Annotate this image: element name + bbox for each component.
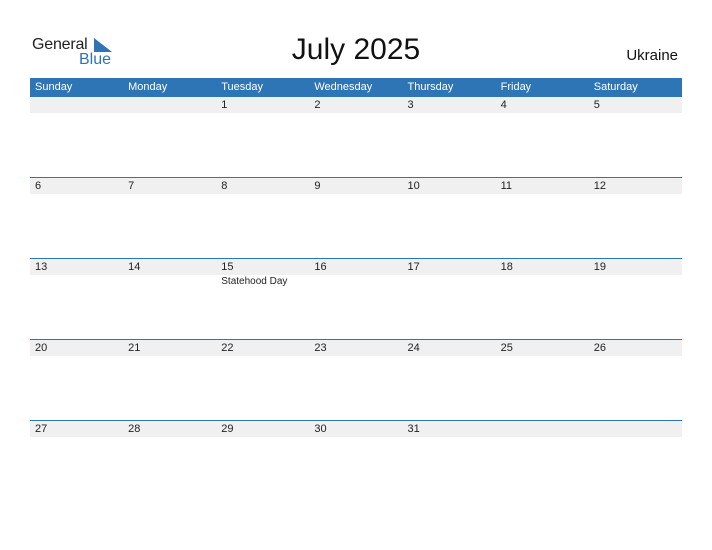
weekday-thursday: Thursday: [407, 81, 454, 93]
day-cell: 12: [593, 180, 606, 192]
weekday-sunday: Sunday: [35, 81, 73, 93]
date-bar: 1 2 3 4 5: [30, 97, 682, 113]
date-bar: 20 21 22 23 24 25 26: [30, 340, 682, 356]
day-cell: 24: [407, 342, 420, 354]
weekday-tuesday: Tuesday: [221, 81, 264, 93]
date-bar: 27 28 29 30 31: [30, 421, 682, 437]
weekday-header: Sunday Monday Tuesday Wednesday Thursday…: [30, 78, 682, 97]
day-cell: 19: [593, 261, 606, 273]
day-cell: 18: [500, 261, 513, 273]
weekday-friday: Friday: [500, 81, 532, 93]
day-cell: 26: [593, 342, 606, 354]
day-cell: 2: [314, 99, 321, 111]
day-cell: 22: [221, 342, 234, 354]
day-cell: 9: [314, 180, 321, 192]
day-cell: 28: [128, 423, 141, 435]
week-row: 1 2 3 4 5: [30, 97, 682, 178]
day-cell: 16: [314, 261, 327, 273]
day-cell: 13: [35, 261, 48, 273]
week-row: 27 28 29 30 31: [30, 420, 682, 501]
day-cell: 31: [407, 423, 420, 435]
day-cell: [589, 421, 682, 437]
weekday-wednesday: Wednesday: [314, 81, 373, 93]
day-cell: 30: [314, 423, 327, 435]
weekday-monday: Monday: [128, 81, 168, 93]
date-bar: 13 14 15 16 17 18 19: [30, 259, 682, 275]
day-cell: [123, 97, 216, 113]
day-cell: 4: [500, 99, 507, 111]
week-row: 13 14 15 16 17 18 19: [30, 258, 682, 339]
holiday-label: Statehood Day: [221, 276, 288, 287]
day-cell: 14: [128, 261, 141, 273]
date-bar: 6 7 8 9 10 11 12: [30, 178, 682, 194]
day-cell: 15: [221, 261, 234, 273]
day-cell: 5: [593, 99, 600, 111]
country-label: Ukraine: [626, 47, 678, 64]
day-cell: 3: [407, 99, 414, 111]
day-cell: 10: [407, 180, 420, 192]
weekday-saturday: Saturday: [593, 81, 638, 93]
day-cell: 7: [128, 180, 135, 192]
day-cell: [496, 421, 589, 437]
day-cell: 1: [221, 99, 228, 111]
day-cell: 27: [35, 423, 48, 435]
day-cell: 20: [35, 342, 48, 354]
day-cell: 8: [221, 180, 228, 192]
day-cell: 6: [35, 180, 42, 192]
day-cell: 11: [500, 180, 513, 192]
week-row: 20 21 22 23 24 25 26: [30, 339, 682, 420]
day-cell: 21: [128, 342, 141, 354]
week-row: 6 7 8 9 10 11 12: [30, 177, 682, 258]
calendar-title: July 2025: [291, 33, 421, 66]
day-cell: 29: [221, 423, 234, 435]
day-cell: 17: [407, 261, 420, 273]
day-cell: 25: [500, 342, 513, 354]
day-cell: 23: [314, 342, 327, 354]
day-cell: [30, 97, 123, 113]
